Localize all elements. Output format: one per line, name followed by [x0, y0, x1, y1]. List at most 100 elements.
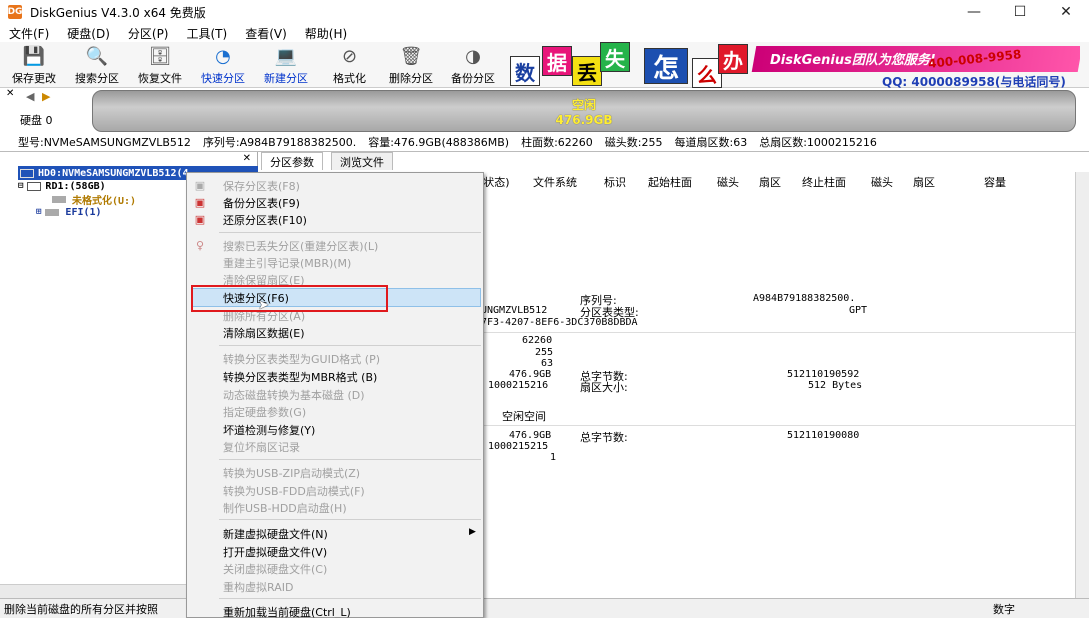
tree-item-label: RD1:(58GB) — [45, 180, 106, 192]
col-head2: 磁头 — [871, 176, 893, 189]
lost-search-icon: ♀ — [195, 238, 205, 252]
menu-specify-disk-params[interactable]: 指定硬盘参数(G) — [223, 403, 306, 420]
ad-tile: 数 — [510, 56, 540, 86]
free-capacity: 476.9GB — [509, 430, 552, 441]
detail-ptype-label: 分区表类型: — [580, 306, 639, 319]
delete-partition-button[interactable]: 🗑 删除分区 — [389, 44, 433, 86]
save-disk-icon: 💾 — [22, 45, 46, 67]
hdd-icon — [27, 181, 42, 191]
menu-rebuild-virtual-raid[interactable]: 重构虚拟RAID — [223, 578, 293, 595]
new-partition-button[interactable]: 💻 新建分区 — [264, 44, 308, 86]
free-start: 1 — [550, 452, 557, 463]
partition-icon — [45, 208, 60, 216]
free-bytes-label: 总字节数: — [580, 431, 628, 444]
menu-separator — [219, 598, 481, 599]
disk-visual-free[interactable]: 空闲 476.9GB — [92, 90, 1076, 132]
menu-restore-partition-table[interactable]: 还原分区表(F10) — [223, 211, 307, 228]
collapse-icon[interactable]: ✕ — [6, 88, 14, 99]
tree-item-unformatted[interactable]: 未格式化(U:) — [52, 192, 136, 207]
ad-tile: 怎 — [644, 48, 688, 84]
tab-browse-files[interactable]: 浏览文件 — [331, 152, 393, 170]
tree-item-efi[interactable]: ⊞ EFI(1) — [36, 205, 102, 219]
menu-backup-partition-table[interactable]: 备份分区表(F9) — [223, 194, 300, 211]
detail-total-sectors: 1000215216 — [488, 380, 549, 391]
menu-save-partition-table[interactable]: 保存分区表(F8) — [223, 177, 300, 194]
info-sectors-per-track: 每道扇区数:63 — [674, 135, 748, 149]
menu-partition[interactable]: 分区(P) — [119, 25, 178, 42]
menu-convert-to-guid[interactable]: 转换分区表类型为GUID格式 (P) — [223, 350, 380, 367]
menu-convert-to-mbr[interactable]: 转换分区表类型为MBR格式 (B) — [223, 368, 377, 385]
format-icon: ⊘ — [341, 45, 358, 67]
quick-partition-button[interactable]: ◔ 快速分区 — [201, 44, 245, 86]
recover-files-button[interactable]: 🗄 恢复文件 — [138, 44, 182, 86]
vertical-scrollbar[interactable] — [1075, 172, 1089, 598]
status-text: 删除当前磁盘的所有分区并按照 — [4, 602, 158, 616]
ad-qq: QQ: 4000089958(与电话同号) — [882, 75, 1066, 88]
menu-usb-zip[interactable]: 转换为USB-ZIP启动模式(Z) — [223, 464, 360, 481]
menu-view[interactable]: 查看(V) — [236, 25, 296, 42]
window-title: DiskGenius V4.3.0 x64 免费版 — [30, 5, 206, 20]
menu-reset-bad-sector-log[interactable]: 复位坏扇区记录 — [223, 438, 300, 455]
col-start-cyl: 起始柱面 — [648, 176, 692, 189]
expand-icon[interactable]: ⊞ — [36, 207, 41, 217]
save-changes-button[interactable]: 💾 保存更改 — [12, 44, 56, 86]
detail-cylinders: 62260 — [522, 335, 553, 346]
search-partition-button[interactable]: 🔍 搜索分区 — [75, 44, 119, 86]
ad-tile: 失 — [600, 42, 630, 72]
menu-close-virtual-disk[interactable]: 关闭虚拟硬盘文件(C) — [223, 560, 327, 577]
format-button[interactable]: ⊘ 格式化 — [333, 44, 366, 86]
menu-usb-hdd[interactable]: 制作USB-HDD启动盘(H) — [223, 499, 347, 516]
menu-separator — [219, 345, 481, 346]
info-total-sectors: 总扇区数:1000215216 — [759, 135, 877, 149]
menu-search-lost-partitions[interactable]: 搜索已丢失分区(重建分区表)(L) — [223, 237, 378, 254]
new-partition-icon: 💻 — [274, 45, 298, 67]
region-size: 476.9GB — [555, 112, 613, 127]
detail-sector-size-label: 扇区大小: — [580, 381, 628, 394]
col-filesystem: 文件系统 — [533, 176, 577, 189]
delete-icon: 🗑 — [399, 45, 423, 67]
ad-banner[interactable]: 数 据 丢 失 怎 么 办 DiskGenius团队为您服务! 400-008-… — [508, 42, 1080, 88]
free-sectors: 1000215215 — [488, 441, 549, 452]
menu-rebuild-mbr[interactable]: 重建主引导记录(MBR)(M) — [223, 254, 351, 271]
prev-disk-icon[interactable]: ◀ — [26, 90, 34, 103]
toolbar-label: 快速分区 — [201, 72, 245, 85]
tab-partition-params[interactable]: 分区参数 — [261, 152, 323, 170]
detail-capacity: 476.9GB — [509, 369, 552, 380]
detail-ptype-value: GPT — [849, 305, 868, 316]
detail-heads: 255 — [535, 347, 554, 358]
mouse-cursor-icon: ➤ — [258, 298, 269, 313]
backup-partition-button[interactable]: ◑ 备份分区 — [451, 44, 495, 86]
disk-info-line: 型号:NVMeSAMSUNGMZVLB512 序列号:A984B79188382… — [0, 132, 1089, 152]
quick-partition-icon: ◔ — [215, 45, 231, 67]
info-cylinders: 柱面数:62260 — [521, 135, 593, 149]
ad-brand: DiskGenius团队为您服务! — [770, 53, 936, 68]
menu-file[interactable]: 文件(F) — [0, 25, 58, 42]
detail-sectors: 63 — [541, 358, 554, 369]
status-bar: 删除当前磁盘的所有分区并按照 数字 — [0, 598, 1089, 618]
expand-icon[interactable]: ⊟ — [18, 181, 23, 191]
menu-tools[interactable]: 工具(T) — [178, 25, 237, 42]
menu-clear-sector-data[interactable]: 清除扇区数据(E) — [223, 324, 305, 341]
save-table-icon: ▣ — [194, 178, 206, 192]
ad-tile: 丢 — [572, 56, 602, 86]
detail-sector-size: 512 Bytes — [808, 380, 863, 391]
info-capacity: 容量:476.9GB(488386MB) — [368, 135, 510, 149]
disk-label: 硬盘 0 — [20, 114, 53, 127]
menu-reload-disk[interactable]: 重新加载当前硬盘(Ctrl_L) — [223, 603, 351, 618]
menu-dynamic-to-basic[interactable]: 动态磁盘转换为基本磁盘 (D) — [223, 386, 365, 403]
toolbar-label: 删除分区 — [389, 72, 433, 85]
menu-new-virtual-disk[interactable]: 新建虚拟硬盘文件(N) — [223, 525, 328, 542]
close-button[interactable]: ✕ — [1043, 0, 1089, 24]
menu-help[interactable]: 帮助(H) — [296, 25, 356, 42]
maximize-button[interactable]: ☐ — [997, 0, 1043, 24]
free-bytes: 512110190080 — [787, 430, 860, 441]
menu-open-virtual-disk[interactable]: 打开虚拟硬盘文件(V) — [223, 543, 327, 560]
toolbar-label: 保存更改 — [12, 72, 56, 85]
menu-separator — [219, 519, 481, 520]
next-disk-icon[interactable]: ▶ — [42, 90, 50, 103]
menu-disk[interactable]: 硬盘(D) — [58, 25, 119, 42]
minimize-button[interactable]: — — [951, 0, 997, 24]
menu-usb-fdd[interactable]: 转换为USB-FDD启动模式(F) — [223, 482, 365, 499]
tree-close-icon[interactable]: ✕ — [243, 153, 251, 164]
menu-bad-sector-check[interactable]: 坏道检测与修复(Y) — [223, 421, 315, 438]
